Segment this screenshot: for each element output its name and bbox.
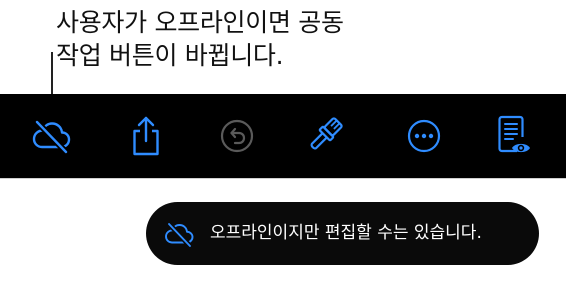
undo-button[interactable]: [205, 94, 269, 178]
toast-message: 오프라인이지만 편집할 수는 있습니다.: [210, 223, 482, 243]
callout-line-2: 작업 버튼이 바뀝니다.: [56, 41, 284, 70]
callout-line-1: 사용자가 오프라인이면 공동: [56, 8, 344, 37]
more-button[interactable]: [392, 94, 456, 178]
share-button[interactable]: [114, 94, 178, 178]
toolbar: [0, 94, 566, 179]
cloud-offline-icon: [32, 119, 71, 155]
document-view-icon: [498, 115, 530, 153]
more-icon: [407, 119, 441, 153]
format-button[interactable]: [292, 94, 356, 178]
collaboration-offline-button[interactable]: [19, 94, 83, 178]
reading-view-button[interactable]: [481, 94, 545, 178]
callout-text: 사용자가 오프라인이면 공동 작업 버튼이 바뀝니다.: [56, 6, 416, 72]
cloud-offline-icon: [165, 221, 194, 248]
share-icon: [133, 116, 159, 156]
undo-icon: [220, 119, 254, 153]
offline-toast: 오프라인이지만 편집할 수는 있습니다.: [146, 202, 539, 265]
paintbrush-icon: [310, 117, 343, 150]
